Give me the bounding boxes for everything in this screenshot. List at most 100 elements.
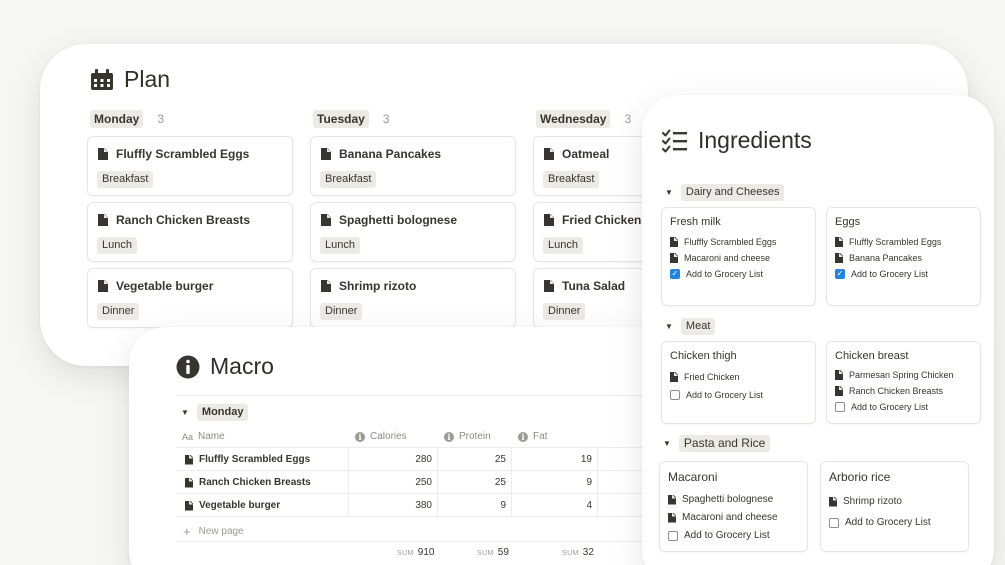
grocery-checkbox-row[interactable]: ✓ Add to Grocery List — [835, 269, 928, 279]
recipe-link[interactable]: Macaroni and cheese — [670, 253, 770, 263]
meal-title: Fried Chicken — [562, 213, 642, 227]
page-icon — [321, 148, 331, 160]
column-divider — [597, 447, 598, 516]
checkbox-label: Add to Grocery List — [686, 269, 764, 279]
recipe-link[interactable]: Fluffly Scrambled Eggs — [835, 237, 941, 247]
triangle-down-icon: ▼ — [663, 439, 671, 448]
recipe-link[interactable]: Ranch Chicken Breasts — [835, 386, 943, 396]
meal-tag: Breakfast — [97, 171, 154, 188]
cell-fat[interactable]: 19 — [542, 454, 592, 465]
group-label: Dairy and Cheeses — [680, 184, 785, 201]
recipe-link[interactable]: Macaroni and cheese — [668, 512, 778, 523]
meal-tag: Breakfast — [320, 171, 377, 188]
page-icon — [98, 280, 108, 292]
meal-title: Spaghetti bolognese — [339, 213, 458, 227]
meal-tag: Lunch — [543, 237, 583, 254]
page-icon — [544, 214, 554, 226]
meal-card[interactable]: Banana Pancakes Breakfast — [310, 136, 516, 196]
page-icon — [668, 495, 676, 505]
page-icon — [321, 214, 331, 226]
row-divider — [176, 470, 689, 471]
column-header-fat[interactable]: i Fat — [518, 431, 547, 442]
new-page-button[interactable]: + New page — [183, 524, 244, 539]
column-divider — [437, 447, 438, 516]
sum-calories[interactable]: SUM 910 — [397, 547, 434, 558]
ingredient-card[interactable]: Chicken thigh Fried Chicken Add to Groce… — [661, 341, 816, 424]
meal-card[interactable]: Vegetable burger Dinner — [87, 268, 293, 328]
table-row-name[interactable]: Vegetable burger — [185, 500, 280, 511]
ingredients-title-text: Ingredients — [698, 127, 812, 153]
checkbox-label: Add to Grocery List — [684, 530, 770, 541]
checkbox-checked-icon[interactable]: ✓ — [835, 269, 845, 279]
grocery-checkbox-row[interactable]: Add to Grocery List — [670, 390, 763, 400]
recipe-link[interactable]: Spaghetti bolognese — [668, 494, 773, 505]
grocery-checkbox-row[interactable]: Add to Grocery List — [668, 530, 770, 541]
table-row-name[interactable]: Ranch Chicken Breasts — [185, 477, 311, 488]
recipe-link[interactable]: Fluffly Scrambled Eggs — [670, 237, 776, 247]
ingredient-card[interactable]: Fresh milk Fluffly Scrambled Eggs Macaro… — [661, 207, 816, 306]
checkbox-icon[interactable] — [835, 402, 845, 412]
grocery-checkbox-row[interactable]: ✓ Add to Grocery List — [670, 269, 763, 279]
column-header-monday[interactable]: Monday 3 — [90, 110, 164, 128]
meal-title: Tuna Salad — [562, 279, 626, 293]
page-icon — [185, 478, 193, 488]
ingredient-card[interactable]: Eggs Fluffly Scrambled Eggs Banana Panca… — [826, 207, 981, 306]
day-count: 3 — [382, 112, 390, 126]
recipe-link[interactable]: Fried Chicken — [670, 372, 740, 382]
recipe-name: Ranch Chicken Breasts — [849, 386, 944, 396]
table-row-name[interactable]: Fluffly Scrambled Eggs — [185, 454, 310, 465]
group-toggle-meat[interactable]: ▼ Meat — [665, 318, 716, 335]
ingredient-card[interactable]: Chicken breast Parmesan Spring Chicken R… — [826, 341, 981, 424]
page-icon — [670, 237, 678, 247]
sum-protein[interactable]: SUM 59 — [477, 547, 509, 558]
header-label: Protein — [459, 431, 491, 442]
meal-card[interactable]: Ranch Chicken Breasts Lunch — [87, 202, 293, 262]
page-icon — [544, 280, 554, 292]
meal-card[interactable]: Shrimp rizoto Dinner — [310, 268, 516, 328]
page-icon — [98, 214, 108, 226]
cell-calories[interactable]: 280 — [382, 454, 432, 465]
checkbox-icon[interactable] — [670, 390, 680, 400]
ingredient-card[interactable]: Arborio rice Shrimp rizoto Add to Grocer… — [820, 461, 969, 552]
plus-icon: + — [183, 524, 191, 539]
recipe-name: Banana Pancakes — [849, 253, 923, 263]
ingredient-card[interactable]: Macaroni Spaghetti bolognese Macaroni an… — [659, 461, 808, 552]
cell-protein[interactable]: 9 — [456, 500, 506, 511]
cell-calories[interactable]: 380 — [382, 500, 432, 511]
meal-tag: Lunch — [320, 237, 360, 254]
page-icon — [321, 280, 331, 292]
divider — [176, 395, 689, 396]
sum-label: SUM — [562, 550, 579, 557]
cell-protein[interactable]: 25 — [456, 454, 506, 465]
grocery-checkbox-row[interactable]: Add to Grocery List — [829, 517, 931, 528]
page-icon — [185, 455, 193, 465]
checkbox-icon[interactable] — [668, 530, 678, 541]
cell-calories[interactable]: 250 — [382, 477, 432, 488]
cell-fat[interactable]: 9 — [542, 477, 592, 488]
column-header-calories[interactable]: i Calories — [355, 431, 407, 442]
info-icon — [176, 355, 200, 378]
checkbox-checked-icon[interactable]: ✓ — [670, 269, 680, 279]
recipe-link[interactable]: Parmesan Spring Chicken — [835, 370, 954, 380]
page-icon — [544, 148, 554, 160]
column-header-protein[interactable]: i Protein — [444, 431, 491, 442]
sum-fat[interactable]: SUM 32 — [562, 547, 594, 558]
grocery-checkbox-row[interactable]: Add to Grocery List — [835, 402, 928, 412]
group-toggle-monday[interactable]: ▼ Monday — [181, 404, 249, 421]
new-page-label: New page — [198, 526, 244, 537]
column-header-wednesday[interactable]: Wednesday 3 — [536, 110, 631, 128]
recipe-link[interactable]: Shrimp rizoto — [829, 496, 902, 507]
page-icon — [670, 253, 678, 263]
cell-protein[interactable]: 25 — [456, 477, 506, 488]
recipe-link[interactable]: Banana Pancakes — [835, 253, 922, 263]
group-toggle-dairy[interactable]: ▼ Dairy and Cheeses — [665, 184, 785, 201]
group-toggle-pasta[interactable]: ▼ Pasta and Rice — [663, 435, 771, 452]
checkbox-icon[interactable] — [829, 517, 839, 528]
meal-card[interactable]: Spaghetti bolognese Lunch — [310, 202, 516, 262]
day-label: Wednesday — [536, 110, 611, 128]
meal-title: Oatmeal — [562, 147, 610, 161]
cell-fat[interactable]: 4 — [542, 500, 592, 511]
column-header-name[interactable]: Aa Name — [182, 431, 225, 442]
column-header-tuesday[interactable]: Tuesday 3 — [313, 110, 389, 128]
meal-card[interactable]: Fluffly Scrambled Eggs Breakfast — [87, 136, 293, 196]
